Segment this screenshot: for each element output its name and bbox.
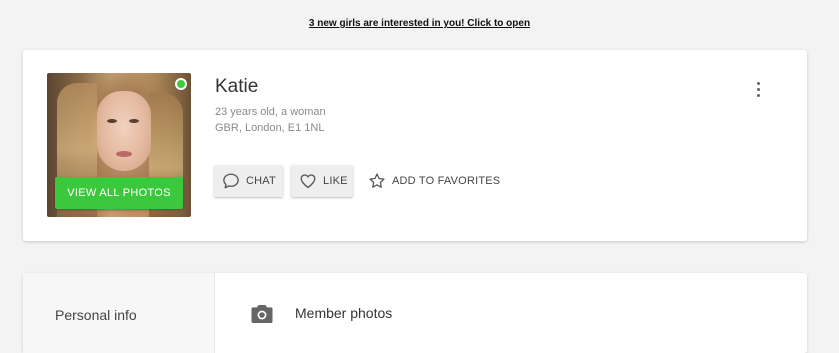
details-sidebar: Personal info: [23, 273, 215, 353]
star-icon: [369, 173, 385, 188]
view-all-photos-button[interactable]: VIEW ALL PHOTOS: [55, 177, 183, 209]
favorites-label: ADD TO FAVORITES: [392, 175, 501, 187]
member-photos-heading: Member photos: [295, 305, 393, 321]
camera-icon: [251, 305, 273, 323]
profile-location: GBR, London, E1 1NL: [215, 122, 325, 134]
profile-photo[interactable]: VIEW ALL PHOTOS: [47, 73, 191, 217]
heart-icon: [300, 174, 316, 189]
like-button[interactable]: LIKE: [291, 165, 353, 197]
profile-age-gender: 23 years old, a woman: [215, 106, 326, 118]
add-to-favorites-button[interactable]: ADD TO FAVORITES: [368, 165, 500, 197]
chat-button[interactable]: CHAT: [214, 165, 283, 197]
interested-girls-link[interactable]: 3 new girls are interested in you! Click…: [309, 18, 530, 29]
sidebar-item-personal-info[interactable]: Personal info: [55, 307, 137, 323]
profile-card: VIEW ALL PHOTOS Katie 23 years old, a wo…: [23, 50, 807, 241]
more-options-icon[interactable]: [750, 80, 768, 98]
chat-bubble-icon: [223, 173, 239, 189]
profile-details-panel: Personal info Member photos: [23, 273, 807, 353]
profile-name: Katie: [215, 76, 259, 97]
chat-label: CHAT: [246, 175, 276, 187]
like-label: LIKE: [323, 175, 348, 187]
notification-banner: 3 new girls are interested in you! Click…: [0, 13, 839, 31]
online-status-indicator: [175, 78, 187, 90]
